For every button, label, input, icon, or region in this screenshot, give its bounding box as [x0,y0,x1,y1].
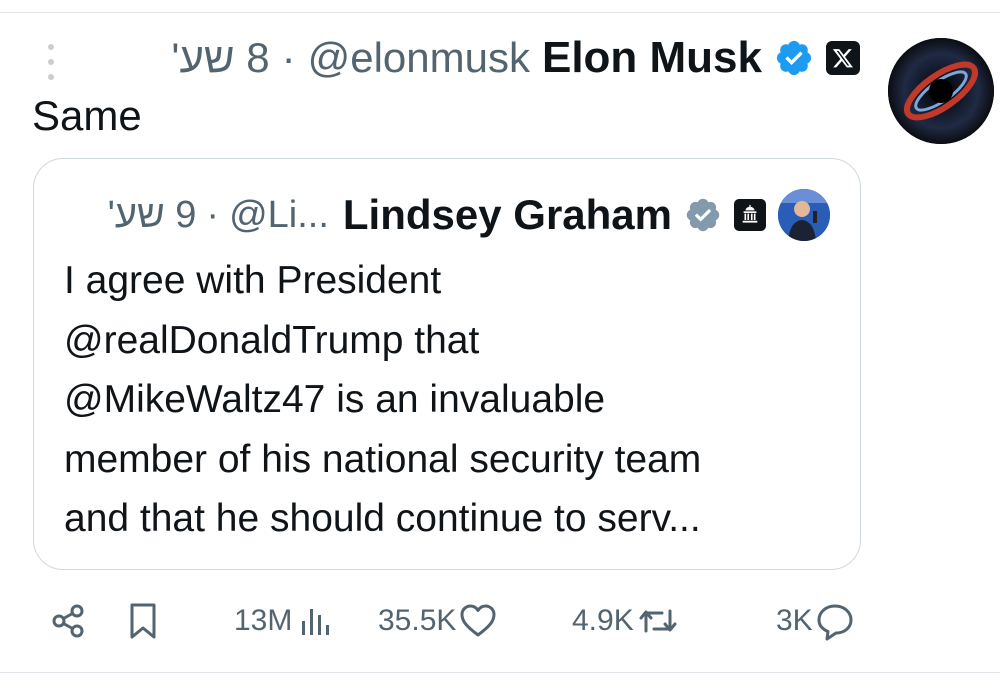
quoted-text: I agree with President @realDonaldTrump … [64,251,854,549]
likes-count: 35.5K [378,604,457,637]
tweet-time[interactable]: 8 שע' [171,34,269,82]
quoted-header: 9 שע' · @Li... Lindsey Graham [108,189,830,241]
quoted-author-name: Lindsey Graham [342,191,672,238]
action-bar: 13M 35.5K 4.9K 3K [0,598,1000,644]
views-count: 13M [234,604,293,637]
more-dot [48,74,54,80]
quoted-text-line: @MikeWaltz47 is an invaluable [64,378,606,421]
author-name[interactable]: Elon Musk [542,33,762,83]
quoted-time: 9 שע' [107,193,197,236]
replies-count: 3K [776,604,813,637]
reply-icon [817,604,853,641]
views-icon [302,609,330,635]
quoted-text-line: member of his national security team [64,437,702,481]
like-button[interactable]: 35.5K [378,598,498,644]
quoted-handle: @Li... [229,193,329,236]
bottom-divider [0,672,1000,673]
views-button[interactable]: 13M [234,598,336,644]
share-button[interactable] [48,598,88,644]
verified-badge-icon [776,40,812,76]
top-divider [0,12,1000,13]
x-logo-icon [826,41,860,75]
share-icon [52,604,84,638]
separator-dot: · [206,193,220,236]
more-options-icon[interactable] [44,44,58,80]
repost-icon [639,609,677,633]
like-icon [460,604,496,637]
bookmark-button[interactable] [124,598,162,644]
tweet-text: Same [32,92,142,139]
author-avatar[interactable] [888,38,994,144]
more-dot [48,59,54,65]
author-handle[interactable]: @elonmusk [308,34,530,82]
verified-badge-icon [686,198,720,232]
quoted-author-avatar [778,189,830,241]
reply-button[interactable]: 3K [776,598,855,644]
quoted-tweet-card[interactable]: 9 שע' · @Li... Lindsey Graham I agree wi… [33,158,861,570]
tweet-header: 8 שע' · @elonmusk Elon Musk [171,30,860,86]
government-badge-icon [734,199,766,231]
bookmark-icon [130,603,156,639]
reposts-count: 4.9K [572,604,634,637]
repost-button[interactable]: 4.9K [572,598,680,644]
quoted-text-line: and that he should continue to serv... [64,497,701,540]
more-dot [48,44,54,50]
separator-dot: · [281,34,296,81]
quoted-text-line: I agree with President [64,259,442,302]
quoted-text-line: @realDonaldTrump that [64,318,480,362]
